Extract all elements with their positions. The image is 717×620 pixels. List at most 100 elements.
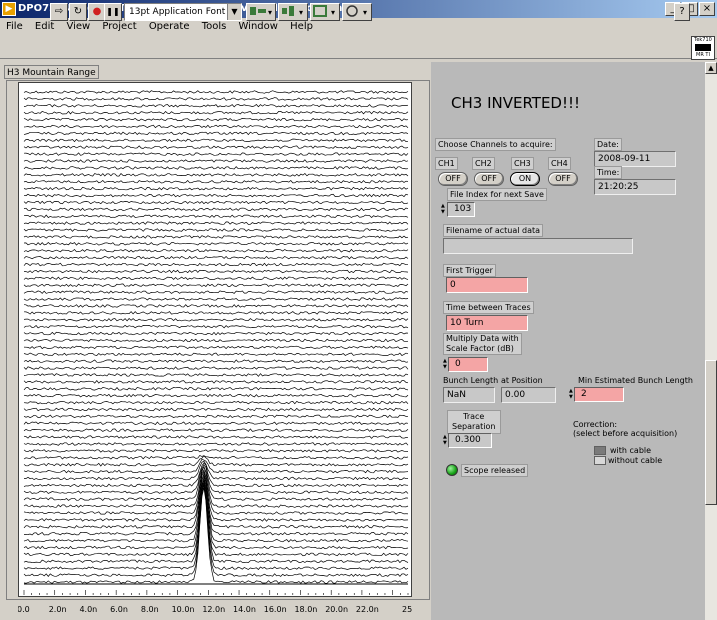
x-tick-label: 0.0 [18,605,30,614]
trace-separation-label: Trace Separation [447,410,501,434]
run-continuously-icon[interactable]: ↻ [69,3,87,21]
trace-line [23,442,409,446]
x-tick-label: 20.0n [325,605,348,614]
trace-line [23,283,409,287]
resize-objects-icon[interactable]: ▾ [310,3,340,21]
trace-line [23,255,409,260]
scope-released-led [446,464,458,476]
trace-line [23,159,409,163]
distribute-objects-icon[interactable]: ▾ [278,3,308,21]
time-between-label: Time between Traces [443,301,534,314]
trace-line [23,242,409,246]
correction-label: Correction: (select before acquisition) [573,420,677,438]
file-index-input[interactable]: 103 [447,202,475,217]
file-index-spinner-icon[interactable]: ▲ ▼ [441,203,446,215]
trace-line [23,463,409,494]
date-label: Date: [594,138,622,151]
trace-line [23,104,409,108]
vi-icon-graphic [695,44,711,51]
trace-line [23,407,409,412]
multiply-input[interactable]: 0 [448,357,488,372]
menu-file[interactable]: File [6,21,23,32]
trace-line [23,179,409,184]
at-position-label: at Position [501,376,543,385]
without-cable-option[interactable] [594,456,606,465]
trace-line [23,470,409,522]
close-button[interactable]: × [699,2,715,16]
trace-line [23,331,409,336]
x-tick-label: 10.0n [172,605,195,614]
menu-project[interactable]: Project [102,21,136,32]
trace-line [23,460,409,481]
menu-window[interactable]: Window [239,21,278,32]
first-trigger-input[interactable]: 0 [446,277,528,293]
trace-line [23,138,409,143]
trace-line [23,454,409,460]
svg-text:▾: ▾ [299,8,303,17]
svg-text:▾: ▾ [363,8,367,17]
trace-line [23,345,409,350]
run-arrow-icon[interactable]: ⇨ [50,3,68,21]
scroll-up-icon[interactable]: ▲ [705,62,717,74]
trace-separation-input[interactable]: 0.300 [448,433,492,448]
vi-icon-text-bottom: MR TI [696,52,710,58]
ch1-toggle[interactable]: OFF [438,172,468,186]
trace-line [23,421,409,425]
trace-line [23,324,409,329]
menu-edit[interactable]: Edit [35,21,54,32]
align-glyph: ▾ [250,7,272,17]
ch4-toggle[interactable]: OFF [548,172,578,186]
reorder-glyph: ▾ [346,5,367,17]
multiply-label-line2: Scale Factor (dB) [446,344,514,353]
date-indicator: 2008-09-11 [594,151,676,167]
x-tick-label: 18.0n [294,605,317,614]
menu-view[interactable]: View [66,21,90,32]
pause-icon[interactable]: ❚❚ [104,3,122,21]
trace-line [23,145,409,149]
ch4-label: CH4 [548,157,571,170]
trace-line [23,207,409,212]
with-cable-option[interactable] [594,446,606,455]
ch2-toggle[interactable]: OFF [474,172,504,186]
time-label: Time: [594,166,623,179]
menu-operate[interactable]: Operate [149,21,190,32]
trace-line [23,318,409,322]
x-tick-label: 12.0n [202,605,225,614]
multiply-label: Multiply Data with Scale Factor (dB) [443,333,522,355]
ch3-toggle[interactable]: ON [510,172,540,186]
trace-line [23,186,409,191]
svg-text:▾: ▾ [268,8,272,17]
trace-line [23,449,409,453]
align-objects-icon[interactable]: ▾ [246,3,276,21]
font-dropdown[interactable]: 13pt Application Font ▼ [124,3,242,21]
trace-line [23,359,409,363]
trace-line [23,393,409,398]
trace-line [23,276,409,281]
x-tick-label: 14.0n [233,605,256,614]
scroll-thumb[interactable] [705,360,717,505]
x-tick-label: 6.0n [110,605,128,614]
trace-line [23,262,408,267]
time-indicator: 21:20:25 [594,179,676,195]
vertical-scrollbar[interactable] [705,62,717,620]
mountain-range-plot[interactable]: 0.0 2.0n 4.0n 6.0n 8.0n 10.0n 12.0n 14.0n 16.0n 1… [18,82,412,620]
choose-channels-label: Choose Channels to acquire: [435,138,556,151]
x-tick-label: 22.0n [356,605,379,614]
trace-line [23,235,409,239]
reorder-icon[interactable]: ▾ [342,3,372,21]
min-est-label: Min Estimated Bunch Length [578,376,693,385]
min-est-input[interactable]: 2 [574,387,624,402]
trace-line [23,472,409,536]
trace-line [23,479,409,550]
trace-line [23,304,409,308]
trace-line [23,117,409,122]
trace-line [23,221,409,225]
trace-line [23,90,409,94]
trace-line [23,193,409,198]
menu-help[interactable]: Help [290,21,313,32]
time-between-input[interactable]: 10 Turn [446,315,528,331]
help-icon[interactable]: ? [674,3,690,21]
menu-tools[interactable]: Tools [202,21,227,32]
trace-line [23,124,409,129]
chevron-down-icon: ▼ [227,4,241,20]
